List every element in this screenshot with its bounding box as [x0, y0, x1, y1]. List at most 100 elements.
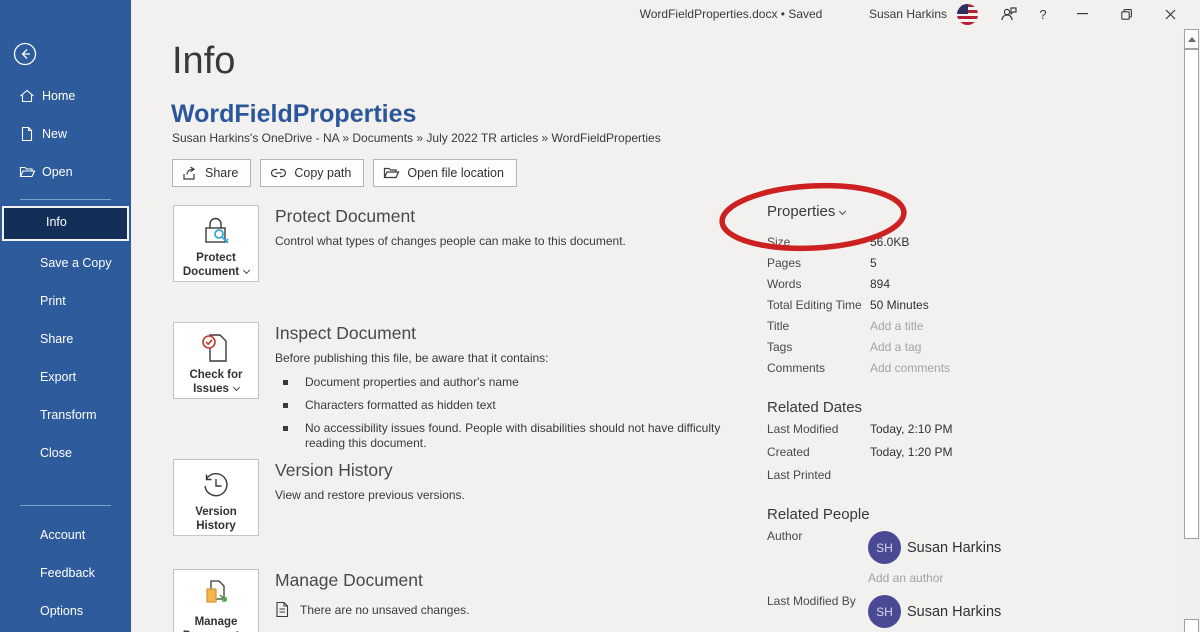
- list-item: No accessibility issues found. People wi…: [275, 421, 745, 451]
- share-icon: [182, 166, 198, 181]
- protect-document-button[interactable]: Protect Document: [173, 205, 259, 282]
- sidebar-item-new[interactable]: New: [0, 124, 131, 144]
- scroll-up-icon: [1188, 37, 1196, 42]
- manage-document-icon: [199, 579, 233, 611]
- contact-card-icon[interactable]: [992, 0, 1026, 28]
- scroll-down-button[interactable]: [1184, 619, 1199, 632]
- last-modified-by-person[interactable]: SH Susan Harkins: [868, 595, 1001, 628]
- section-title: Manage Document: [275, 570, 745, 591]
- sidebar-item-close[interactable]: Close: [0, 443, 131, 463]
- author-name: Susan Harkins: [907, 540, 1001, 556]
- inspect-findings-list: Document properties and author's name Ch…: [275, 375, 745, 451]
- bullet-icon: [283, 403, 288, 408]
- sidebar-item-open[interactable]: Open: [0, 162, 131, 182]
- manage-document-button[interactable]: Manage Document: [173, 569, 259, 632]
- sidebar-item-label: Open: [42, 162, 73, 182]
- avatar-flag-canton: [957, 4, 968, 14]
- section-description: View and restore previous versions.: [275, 488, 745, 503]
- sidebar-item-label: Save a Copy: [40, 253, 112, 273]
- copy-path-button[interactable]: Copy path: [260, 159, 364, 187]
- add-comments-field[interactable]: Add comments: [870, 361, 950, 375]
- sidebar-item-label: Account: [40, 525, 85, 545]
- modifier-name: Susan Harkins: [907, 604, 1001, 620]
- scroll-up-button[interactable]: [1184, 29, 1199, 49]
- title-bar: Susan Harkins ? WordFieldProperties.docx…: [131, 0, 1200, 28]
- sidebar-item-transform[interactable]: Transform: [0, 405, 131, 425]
- sidebar-item-info[interactable]: Info: [2, 206, 129, 241]
- inspect-document-section: Check for Issues Inspect Document Before…: [173, 322, 745, 459]
- author-person[interactable]: SH Susan Harkins: [868, 531, 1001, 564]
- minimize-button[interactable]: [1060, 0, 1104, 28]
- add-tag-field[interactable]: Add a tag: [870, 340, 921, 354]
- page-title: Info: [172, 40, 235, 83]
- property-value: 5: [870, 256, 877, 270]
- breadcrumb: Susan Harkins's OneDrive - NA » Document…: [172, 131, 661, 145]
- vertical-scrollbar[interactable]: [1183, 29, 1200, 632]
- unsaved-changes-row: There are no unsaved changes.: [275, 601, 745, 618]
- manage-document-section: Manage Document Manage Document There ar…: [173, 569, 745, 632]
- open-file-location-button[interactable]: Open file location: [373, 159, 517, 187]
- sidebar-item-label: Options: [40, 601, 83, 621]
- sidebar-item-feedback[interactable]: Feedback: [0, 563, 131, 583]
- section-title: Version History: [275, 460, 745, 481]
- sidebar-item-save-a-copy[interactable]: Save a Copy: [0, 253, 131, 273]
- sidebar-item-share[interactable]: Share: [0, 329, 131, 349]
- modifier-avatar: SH: [868, 595, 901, 628]
- sidebar-item-options[interactable]: Options: [0, 601, 131, 621]
- sidebar-item-account[interactable]: Account: [0, 525, 131, 545]
- action-buttons: Share Copy path Open file location: [172, 159, 517, 187]
- date-value: Today, 1:20 PM: [870, 445, 953, 459]
- property-row: Comments Add comments: [767, 361, 1097, 382]
- open-folder-icon: [19, 164, 36, 180]
- red-annotation-circle: [716, 178, 910, 258]
- sidebar-item-label: Transform: [40, 405, 97, 425]
- sidebar-item-print[interactable]: Print: [0, 291, 131, 311]
- button-label-line1: Manage: [195, 616, 238, 628]
- restore-button[interactable]: [1104, 0, 1148, 28]
- sidebar-item-export[interactable]: Export: [0, 367, 131, 387]
- date-row: Last Printed: [767, 468, 1097, 491]
- user-avatar[interactable]: [957, 4, 978, 25]
- sidebar-item-label: Info: [46, 215, 67, 229]
- share-button[interactable]: Share: [172, 159, 251, 187]
- button-label-line2: Issues: [193, 383, 229, 395]
- button-label: Open file location: [407, 166, 504, 180]
- sidebar-item-label: Print: [40, 291, 66, 311]
- section-description: Before publishing this file, be aware th…: [275, 351, 745, 366]
- close-button[interactable]: [1148, 0, 1192, 28]
- protect-document-section: Protect Document Protect Document Contro…: [173, 205, 745, 282]
- property-row: Tags Add a tag: [767, 340, 1097, 361]
- button-label-line2: History: [196, 520, 236, 532]
- bullet-icon: [283, 426, 288, 431]
- section-title: Inspect Document: [275, 323, 745, 344]
- check-for-issues-button[interactable]: Check for Issues: [173, 322, 259, 399]
- bullet-icon: [283, 380, 288, 385]
- sidebar-item-label: Share: [40, 329, 73, 349]
- add-title-field[interactable]: Add a title: [870, 319, 923, 333]
- add-author-field[interactable]: Add an author: [868, 571, 943, 585]
- version-history-section: Version History Version History View and…: [173, 459, 745, 536]
- sidebar-divider: [20, 505, 111, 506]
- property-row: Words 894: [767, 277, 1097, 298]
- chevron-down-icon: [243, 267, 250, 274]
- button-label-line1: Check for: [189, 369, 242, 381]
- scrollbar-thumb[interactable]: [1184, 49, 1199, 539]
- button-label: Copy path: [294, 166, 351, 180]
- lock-key-icon: [199, 215, 233, 247]
- version-history-button[interactable]: Version History: [173, 459, 259, 536]
- property-row: Total Editing Time 50 Minutes: [767, 298, 1097, 319]
- open-folder-icon: [383, 166, 400, 180]
- property-value: 50 Minutes: [870, 298, 929, 312]
- button-label-line1: Protect: [196, 252, 236, 264]
- unsaved-changes-text: There are no unsaved changes.: [300, 603, 469, 617]
- list-item: Characters formatted as hidden text: [275, 398, 745, 413]
- last-modified-by-label: Last Modified By: [767, 594, 856, 608]
- button-label-line2: Document: [183, 266, 239, 278]
- related-dates-rows: Last Modified Today, 2:10 PM Created Tod…: [767, 422, 1097, 491]
- user-name[interactable]: Susan Harkins: [869, 7, 947, 21]
- property-value: 894: [870, 277, 890, 291]
- sidebar-item-home[interactable]: Home: [0, 86, 131, 106]
- property-row: Title Add a title: [767, 319, 1097, 340]
- help-icon[interactable]: ?: [1026, 0, 1060, 28]
- back-button[interactable]: [13, 42, 37, 66]
